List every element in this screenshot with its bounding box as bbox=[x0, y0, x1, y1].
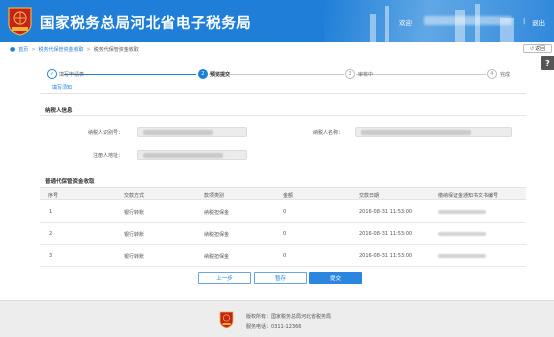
back-button[interactable]: ↺ 返回 bbox=[523, 44, 552, 53]
step-3-circle: 3 bbox=[345, 69, 355, 79]
column-header: 序号 bbox=[48, 193, 59, 199]
table-header: 序号 交款方式 款项类别 金额 交款日期 缴纳保证金通知书文书编号 bbox=[40, 187, 526, 200]
submit-button[interactable]: 提交 bbox=[309, 272, 362, 284]
column-header: 缴纳保证金通知书文书编号 bbox=[438, 193, 499, 199]
breadcrumb-item[interactable]: 税务代保管资金收取 bbox=[38, 46, 83, 53]
redacted-value bbox=[143, 130, 213, 135]
location-pin-icon: ● bbox=[10, 46, 16, 53]
taxpayer-id-field bbox=[137, 127, 247, 137]
payment-type: 纳税担保金 bbox=[204, 254, 230, 260]
step-3-label: 审核中 bbox=[358, 72, 374, 78]
taxpayer-id-label: 纳税人识别号： bbox=[88, 130, 124, 136]
amount: 0 bbox=[283, 231, 287, 237]
redacted-value bbox=[143, 153, 223, 158]
taxpayer-name-field bbox=[355, 127, 512, 137]
progress-line bbox=[356, 74, 486, 75]
row-number: 3 bbox=[49, 253, 53, 259]
welcome-text: 欢迎 bbox=[399, 19, 412, 27]
footer-copyright: 版权所有：国家税务总局河北省税务局 bbox=[246, 314, 332, 320]
amount: 0 bbox=[283, 253, 287, 259]
column-header: 交款日期 bbox=[359, 193, 380, 199]
back-button-label: 返回 bbox=[535, 46, 546, 52]
redacted-value bbox=[361, 130, 471, 135]
return-arrow-icon: ↺ bbox=[529, 45, 535, 52]
breadcrumb: ● 首页 > 税务代保管资金收取 > 税务代保管资金收取 bbox=[10, 45, 139, 54]
taxpayer-section-title: 纳税人信息 bbox=[45, 108, 73, 114]
redacted-document-number bbox=[438, 210, 486, 214]
skyline-building bbox=[455, 10, 465, 42]
divider bbox=[40, 115, 526, 116]
skyline-building bbox=[385, 6, 389, 42]
taxpayer-name-label: 纳税人名称： bbox=[313, 130, 344, 136]
column-header: 交款方式 bbox=[124, 193, 145, 199]
address-field bbox=[137, 150, 247, 160]
payment-date: 2016-08-31 11:53:00 bbox=[359, 209, 413, 215]
redacted-document-number bbox=[438, 232, 486, 236]
site-title: 国家税务总局河北省电子税务局 bbox=[40, 16, 252, 32]
step-2-circle: 2 bbox=[198, 69, 208, 79]
payment-method: 银行转账 bbox=[124, 210, 145, 216]
breadcrumb-current: 税务代保管资金收取 bbox=[93, 47, 139, 53]
payment-method: 银行转账 bbox=[124, 232, 145, 238]
help-button[interactable]: ? bbox=[541, 56, 554, 70]
payment-date: 2016-08-31 11:53:00 bbox=[359, 231, 413, 237]
table-row: 2 银行转账 纳税担保金 0 2016-08-31 11:53:00 bbox=[40, 223, 526, 245]
step-4-label: 完成 bbox=[500, 72, 511, 78]
tax-emblem-logo bbox=[8, 7, 32, 36]
step-2-label: 预览提交 bbox=[210, 72, 231, 78]
breadcrumb-separator: > bbox=[31, 46, 36, 53]
row-number: 2 bbox=[49, 231, 53, 237]
logout-link[interactable]: 退出 bbox=[532, 17, 545, 27]
save-draft-button[interactable]: 暂存 bbox=[254, 272, 307, 284]
custody-section-title: 普通代保管资金收取 bbox=[45, 179, 95, 185]
header-separator: | bbox=[523, 17, 526, 25]
step-1-label: 填写申请表 bbox=[59, 72, 85, 78]
step-4-circle: 4 bbox=[487, 69, 497, 79]
column-header: 金额 bbox=[283, 193, 294, 199]
address-label: 注册人地址： bbox=[93, 153, 124, 159]
payment-type: 纳税担保金 bbox=[204, 232, 230, 238]
footer-tax-emblem-logo bbox=[219, 311, 234, 329]
redacted-document-number bbox=[438, 254, 486, 258]
breadcrumb-separator: > bbox=[86, 46, 91, 53]
table-row: 3 银行转账 纳税担保金 0 2016-08-31 11:53:00 bbox=[40, 245, 526, 267]
row-number: 1 bbox=[49, 209, 53, 215]
divider bbox=[40, 93, 526, 94]
breadcrumb-home[interactable]: 首页 bbox=[18, 46, 28, 53]
payment-method: 银行转账 bbox=[124, 254, 145, 260]
skyline-building bbox=[370, 14, 376, 42]
previous-step-button[interactable]: 上一步 bbox=[198, 272, 251, 284]
column-header: 款项类别 bbox=[204, 193, 225, 199]
table-row: 1 银行转账 纳税担保金 0 2016-08-31 11:53:00 bbox=[40, 201, 526, 223]
payment-type: 纳税担保金 bbox=[204, 210, 230, 216]
user-name-redacted bbox=[424, 16, 512, 25]
amount: 0 bbox=[283, 209, 287, 215]
payment-date: 2016-08-31 11:53:00 bbox=[359, 253, 413, 259]
step-1-circle: ✓ bbox=[47, 69, 57, 79]
footer-hotline: 服务电话：0311-12366 bbox=[246, 324, 302, 330]
